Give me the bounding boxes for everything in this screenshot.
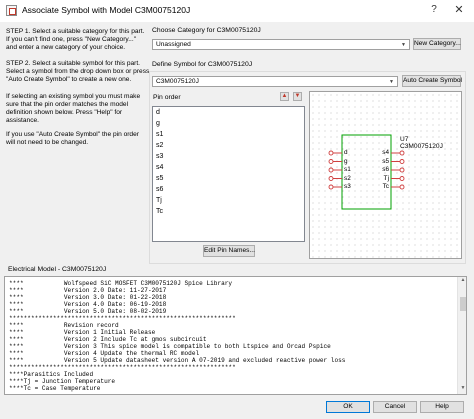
list-item[interactable]: Tj xyxy=(156,197,162,204)
pin-terminal xyxy=(328,184,334,190)
category-select[interactable]: Unassigned ▼ xyxy=(152,39,410,50)
list-item[interactable]: d xyxy=(156,109,160,116)
step2-line: "Auto Create Symbol" to create a new one… xyxy=(6,76,132,83)
model-text[interactable]: **** Wolfspeed SiC MOSFET C3M0075120J Sp… xyxy=(4,276,467,395)
cancel-button[interactable]: Cancel xyxy=(373,401,417,413)
chevron-down-icon: ▼ xyxy=(401,42,406,48)
symbol-pin-label: s4 xyxy=(382,149,389,156)
symbol-pin-label: s1 xyxy=(344,166,351,173)
model-line: **** Version 2 Include Tc at gmos subcir… xyxy=(9,336,207,343)
model-line: **** Version 4 Update the thermal RC mod… xyxy=(9,350,200,357)
list-item[interactable]: s2 xyxy=(156,142,163,149)
edit-pin-names-button[interactable]: Edit Pin Names... xyxy=(203,245,255,257)
model-line: ****Parasitics Included xyxy=(9,371,94,378)
step1-line: If you can't find one, press "New Catego… xyxy=(6,36,137,43)
list-item[interactable]: Tc xyxy=(156,208,163,215)
new-category-button[interactable]: New Category... xyxy=(413,38,461,50)
scroll-thumb[interactable] xyxy=(460,297,466,311)
symbol-pin-label: Tc xyxy=(382,183,389,190)
help-title-button[interactable]: ? xyxy=(428,4,440,18)
note-line: If you use "Auto Create Symbol" the pin … xyxy=(6,131,139,138)
model-line: **** Version 5.0 Date: 08-02-2019 xyxy=(9,308,167,315)
step1-line: and enter a new category of your choice. xyxy=(6,44,126,51)
step2-line: Select a symbol from the drop down box o… xyxy=(6,68,150,75)
auto-create-note: If you use "Auto Create Symbol" the pin … xyxy=(6,131,139,147)
pin-terminal xyxy=(328,176,334,181)
close-icon[interactable]: ✕ xyxy=(452,3,466,17)
symbol-pin-label: Tj xyxy=(383,174,389,182)
model-line: **** Version 3 This spice model is compa… xyxy=(9,343,331,350)
list-item[interactable]: s3 xyxy=(156,153,163,160)
model-label: Electrical Model - C3M0075120J xyxy=(8,266,107,273)
list-item[interactable]: s4 xyxy=(156,164,163,171)
step1-text: STEP 1. Select a suitable category for t… xyxy=(6,28,144,52)
pin-order-list[interactable]: d g s1 s2 s3 s4 s5 s6 Tj Tc xyxy=(152,106,305,242)
model-line: ****Tc = Case Temperature xyxy=(9,385,101,392)
model-line: **** Revision record xyxy=(9,322,119,329)
step2-line: STEP 2. Select a suitable symbol for thi… xyxy=(6,60,141,67)
model-line: **** Version 2.0 Date: 11-27-2017 xyxy=(9,287,167,294)
symbol-name: C3M0075120J xyxy=(400,143,443,150)
pin-terminal xyxy=(328,150,334,156)
symbol-ref: U7 xyxy=(400,136,409,143)
pin-terminal xyxy=(328,167,334,173)
chevron-down-icon: ▼ xyxy=(389,79,394,85)
symbol-select[interactable]: C3M0075120J ▼ xyxy=(152,76,398,87)
model-line: **** Version 1 Initial Release xyxy=(9,329,156,336)
list-item[interactable]: g xyxy=(156,120,160,127)
symbol-preview: U7 C3M0075120J d g s1 s2 s3 s4 s5 s6 Tj Tc xyxy=(309,91,462,259)
pin-terminal xyxy=(399,167,405,173)
model-line: ****************************************… xyxy=(9,364,236,371)
pin-order-label: Pin order xyxy=(153,94,181,101)
note-line: will not need to be changed. xyxy=(6,139,89,146)
symbol-pin-label: g xyxy=(344,157,348,165)
symbol-group-label: Define Symbol for C3M0075120J xyxy=(152,61,253,68)
help-button[interactable]: Help xyxy=(420,401,464,413)
symbol-pin-label: d xyxy=(344,149,348,156)
pin-terminal xyxy=(399,184,405,190)
window-title: Associate Symbol with Model C3M0075120J xyxy=(22,5,191,15)
symbol-pin-label: s2 xyxy=(344,174,351,182)
symbol-pin-label: s6 xyxy=(382,166,389,173)
step2-text: STEP 2. Select a suitable symbol for thi… xyxy=(6,60,149,84)
model-line: ****************************************… xyxy=(9,315,236,322)
pin-terminal xyxy=(399,176,405,181)
model-line: **** Version 3.0 Date: 01-22-2018 xyxy=(9,294,167,301)
note-line: sure that the pin order matches the mode… xyxy=(6,101,129,108)
pin-order-note: If selecting an existing symbol you must… xyxy=(6,93,140,125)
category-value: Unassigned xyxy=(156,41,191,48)
arrow-down-icon[interactable]: ▼ xyxy=(293,92,302,101)
arrow-up-icon[interactable]: ▲ xyxy=(280,92,289,101)
pin-terminal xyxy=(399,150,405,156)
list-item[interactable]: s1 xyxy=(156,131,163,138)
step1-line: STEP 1. Select a suitable category for t… xyxy=(6,28,145,35)
right-pins xyxy=(391,150,405,190)
left-pins xyxy=(328,150,342,190)
model-line: **** Version 4.0 Date: 06-19-2018 xyxy=(9,301,167,308)
scroll-up-icon[interactable]: ▲ xyxy=(458,277,466,286)
pin-terminal xyxy=(328,159,334,164)
auto-create-symbol-button[interactable]: Auto Create Symbol xyxy=(402,75,462,87)
model-line: ****Tj = Junction Temperature xyxy=(9,378,116,385)
symbol-pin-label: s3 xyxy=(344,183,351,190)
app-icon xyxy=(6,5,17,16)
scroll-down-icon[interactable]: ▼ xyxy=(458,385,466,394)
note-line: If selecting an existing symbol you must… xyxy=(6,93,141,100)
category-label: Choose Category for C3M0075120J xyxy=(152,27,261,34)
model-line: **** Version 5 Update datasheet version … xyxy=(9,357,346,364)
note-line: assistance. xyxy=(6,117,39,124)
ok-button[interactable]: OK xyxy=(326,401,370,413)
model-line: **** Wolfspeed SiC MOSFET C3M0075120J Sp… xyxy=(9,280,233,287)
pin-terminal xyxy=(399,159,405,164)
list-item[interactable]: s6 xyxy=(156,186,163,193)
symbol-pin-label: s5 xyxy=(382,157,389,165)
symbol-value: C3M0075120J xyxy=(156,78,199,85)
list-item[interactable]: s5 xyxy=(156,175,163,182)
note-line: definition shown below. Press "Help" for xyxy=(6,109,123,116)
model-scrollbar[interactable]: ▲ ▼ xyxy=(457,277,466,394)
